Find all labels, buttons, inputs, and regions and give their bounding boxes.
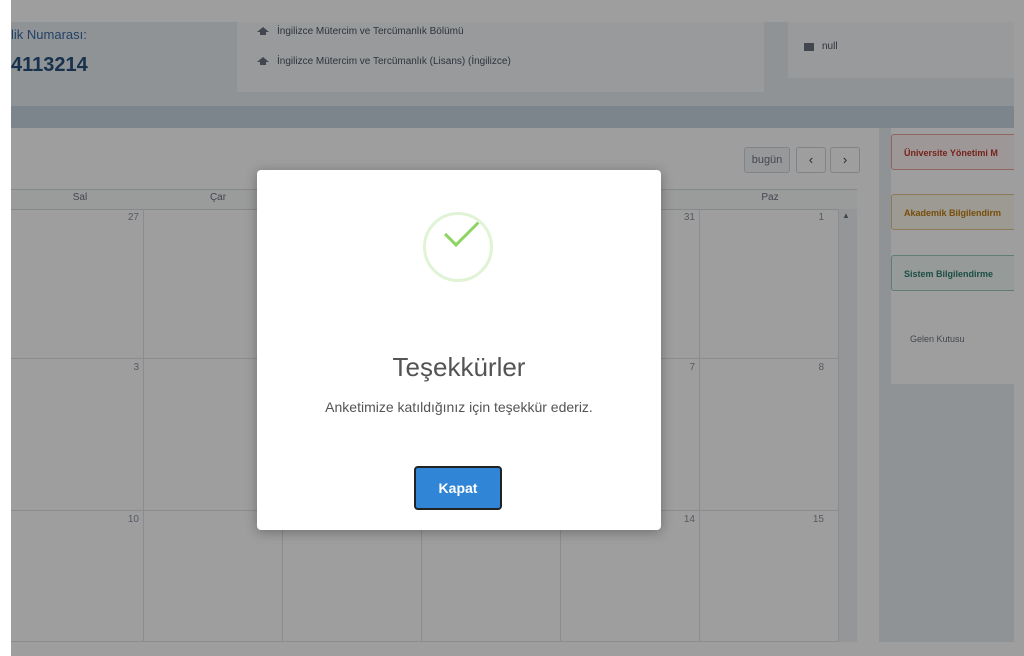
close-button[interactable]: Kapat [414,466,502,510]
check-icon [444,211,480,248]
dialog-message: Anketimize katıldığınız için teşekkür ed… [325,399,593,415]
page-left-margin [0,0,11,656]
dialog-title: Teşekkürler [392,352,526,382]
thank-you-dialog: Teşekkürler Anketimize katıldığınız için… [257,170,661,530]
success-ring [423,211,493,282]
